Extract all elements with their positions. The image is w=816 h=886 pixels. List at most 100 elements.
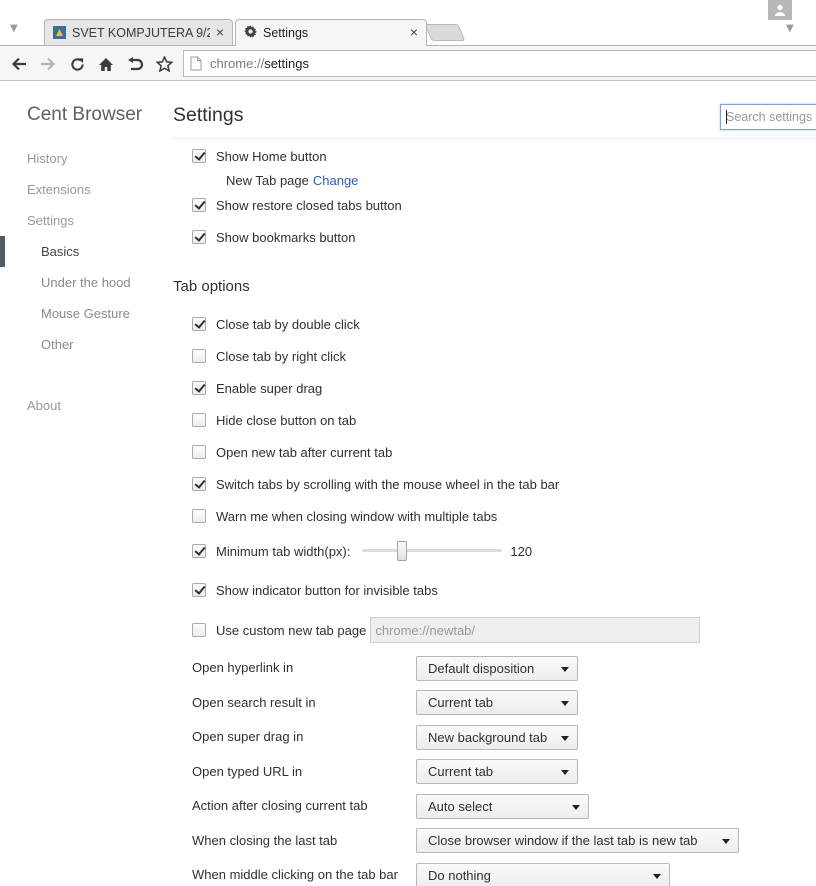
selected-indicator <box>0 236 5 267</box>
select-value: Default disposition <box>428 661 535 676</box>
text-caret <box>726 110 727 124</box>
closing-last-tab-label: When closing the last tab <box>192 833 338 848</box>
sidebar-item-extensions[interactable]: Extensions <box>27 182 91 197</box>
brand-title: Cent Browser <box>27 104 143 125</box>
show-indicator-option[interactable]: Show indicator button for invisible tabs <box>192 580 438 600</box>
open-new-tab-after-current-checkbox[interactable] <box>192 445 206 459</box>
custom-new-tab-label: Use custom new tab page <box>216 622 367 638</box>
close-tab-icon[interactable]: × <box>216 24 224 40</box>
slider-thumb[interactable] <box>397 541 408 561</box>
show-home-button-checkbox[interactable] <box>192 149 206 163</box>
select-value: New background tab <box>428 730 548 745</box>
tab-option-label: Open new tab after current tab <box>216 444 393 460</box>
tab-option-row[interactable]: Close tab by right click <box>192 346 346 366</box>
select-value: Current tab <box>428 695 494 710</box>
chevron-down-icon <box>722 839 730 844</box>
chevron-down-icon <box>572 805 580 810</box>
slider-track <box>362 549 503 552</box>
forward-button[interactable] <box>37 53 59 75</box>
menu-dropdown-icon[interactable]: ▼ <box>786 23 794 34</box>
show-restore-closed-option[interactable]: Show restore closed tabs button <box>192 195 402 215</box>
close-tab-double-click-checkbox[interactable] <box>192 317 206 331</box>
open-super-drag-label: Open super drag in <box>192 729 304 744</box>
minimum-tab-width-option[interactable]: Minimum tab width(px): 120 <box>192 541 532 561</box>
show-home-button-label: Show Home button <box>216 148 327 164</box>
back-button[interactable] <box>8 53 30 75</box>
tab-option-row[interactable]: Switch tabs by scrolling with the mouse … <box>192 474 559 494</box>
home-icon <box>99 57 113 71</box>
close-tab-right-click-checkbox[interactable] <box>192 349 206 363</box>
star-icon <box>155 56 173 72</box>
show-restore-closed-label: Show restore closed tabs button <box>216 197 402 213</box>
open-hyperlink-label: Open hyperlink in <box>192 660 294 675</box>
chevron-down-icon <box>653 874 661 879</box>
url-scheme: chrome:// <box>210 56 265 71</box>
show-bookmarks-label: Show bookmarks button <box>216 229 356 245</box>
after-closing-tab-select[interactable]: Auto select <box>416 794 589 819</box>
show-restore-closed-checkbox[interactable] <box>192 198 206 212</box>
change-new-tab-page-link[interactable]: Change <box>313 173 359 188</box>
gear-icon <box>244 25 257 38</box>
back-arrow-icon <box>11 57 26 71</box>
warn-closing-window-checkbox[interactable] <box>192 509 206 523</box>
minimum-tab-width-slider[interactable] <box>362 541 503 561</box>
show-indicator-checkbox[interactable] <box>192 583 206 597</box>
url-text: chrome://settings <box>210 56 309 71</box>
tab-list-dropdown-icon[interactable]: ▼ <box>10 23 18 34</box>
sidebar-item-settings[interactable]: Settings <box>27 213 74 228</box>
new-tab-page-setting: New Tab page Change <box>226 170 358 190</box>
chevron-down-icon <box>561 770 569 775</box>
sidebar-item-mouse-gesture[interactable]: Mouse Gesture <box>41 306 130 321</box>
open-super-drag-select[interactable]: New background tab <box>416 725 578 750</box>
open-search-result-select[interactable]: Current tab <box>416 690 578 715</box>
tab-title: SVET KOMPJUTERA 9/201 <box>72 26 210 40</box>
close-tab-icon[interactable]: × <box>410 24 418 40</box>
restore-closed-tab-button[interactable] <box>124 53 146 75</box>
chevron-down-icon <box>561 701 569 706</box>
home-button[interactable] <box>95 53 117 75</box>
hide-close-button-checkbox[interactable] <box>192 413 206 427</box>
tab-option-row[interactable]: Hide close button on tab <box>192 410 356 430</box>
tab-svet-kompjutera[interactable]: SVET KOMPJUTERA 9/201 × <box>44 19 233 46</box>
tab-option-row[interactable]: Warn me when closing window with multipl… <box>192 506 497 526</box>
open-typed-url-label: Open typed URL in <box>192 764 303 779</box>
closing-last-tab-select[interactable]: Close browser window if the last tab is … <box>416 828 739 853</box>
settings-sidebar: Cent Browser History Extensions Settings… <box>0 82 165 886</box>
profile-avatar-icon[interactable] <box>768 0 792 20</box>
tab-option-row[interactable]: Enable super drag <box>192 378 322 398</box>
enable-super-drag-checkbox[interactable] <box>192 381 206 395</box>
show-bookmarks-checkbox[interactable] <box>192 230 206 244</box>
navigation-toolbar: chrome://settings <box>0 45 816 81</box>
search-input[interactable] <box>721 105 816 129</box>
custom-new-tab-url-field[interactable]: chrome://newtab/ <box>370 617 701 643</box>
new-tab-page-label: New Tab page <box>226 172 309 188</box>
new-tab-button[interactable] <box>424 24 466 41</box>
address-bar[interactable]: chrome://settings <box>183 50 816 77</box>
open-hyperlink-select[interactable]: Default disposition <box>416 656 578 681</box>
bookmark-button[interactable] <box>153 53 175 75</box>
sidebar-item-about[interactable]: About <box>27 398 61 413</box>
show-bookmarks-option[interactable]: Show bookmarks button <box>192 227 355 247</box>
tab-option-label: Enable super drag <box>216 380 323 396</box>
search-settings-field[interactable] <box>720 104 816 130</box>
tab-option-row[interactable]: Open new tab after current tab <box>192 442 392 462</box>
sidebar-item-basics[interactable]: Basics <box>41 244 79 259</box>
sidebar-item-under-the-hood[interactable]: Under the hood <box>41 275 131 290</box>
sidebar-item-history[interactable]: History <box>27 151 67 166</box>
tab-option-label: Close tab by right click <box>216 348 347 364</box>
custom-new-tab-option[interactable]: Use custom new tab page chrome://newtab/ <box>192 617 701 643</box>
tab-option-row[interactable]: Close tab by double click <box>192 314 360 334</box>
show-home-button-option[interactable]: Show Home button <box>192 146 327 166</box>
tab-settings[interactable]: Settings × <box>235 19 427 46</box>
custom-new-tab-checkbox[interactable] <box>192 623 206 637</box>
minimum-tab-width-checkbox[interactable] <box>192 544 206 558</box>
page-title: Settings <box>173 104 244 126</box>
select-value: Auto select <box>428 799 493 814</box>
tab-option-label: Close tab by double click <box>216 316 360 332</box>
reload-button[interactable] <box>66 53 88 75</box>
undo-icon <box>128 56 143 70</box>
middle-click-tab-bar-select[interactable]: Do nothing <box>416 863 670 886</box>
open-typed-url-select[interactable]: Current tab <box>416 759 578 784</box>
switch-tabs-scrolling-checkbox[interactable] <box>192 477 206 491</box>
sidebar-item-other[interactable]: Other <box>41 337 74 352</box>
